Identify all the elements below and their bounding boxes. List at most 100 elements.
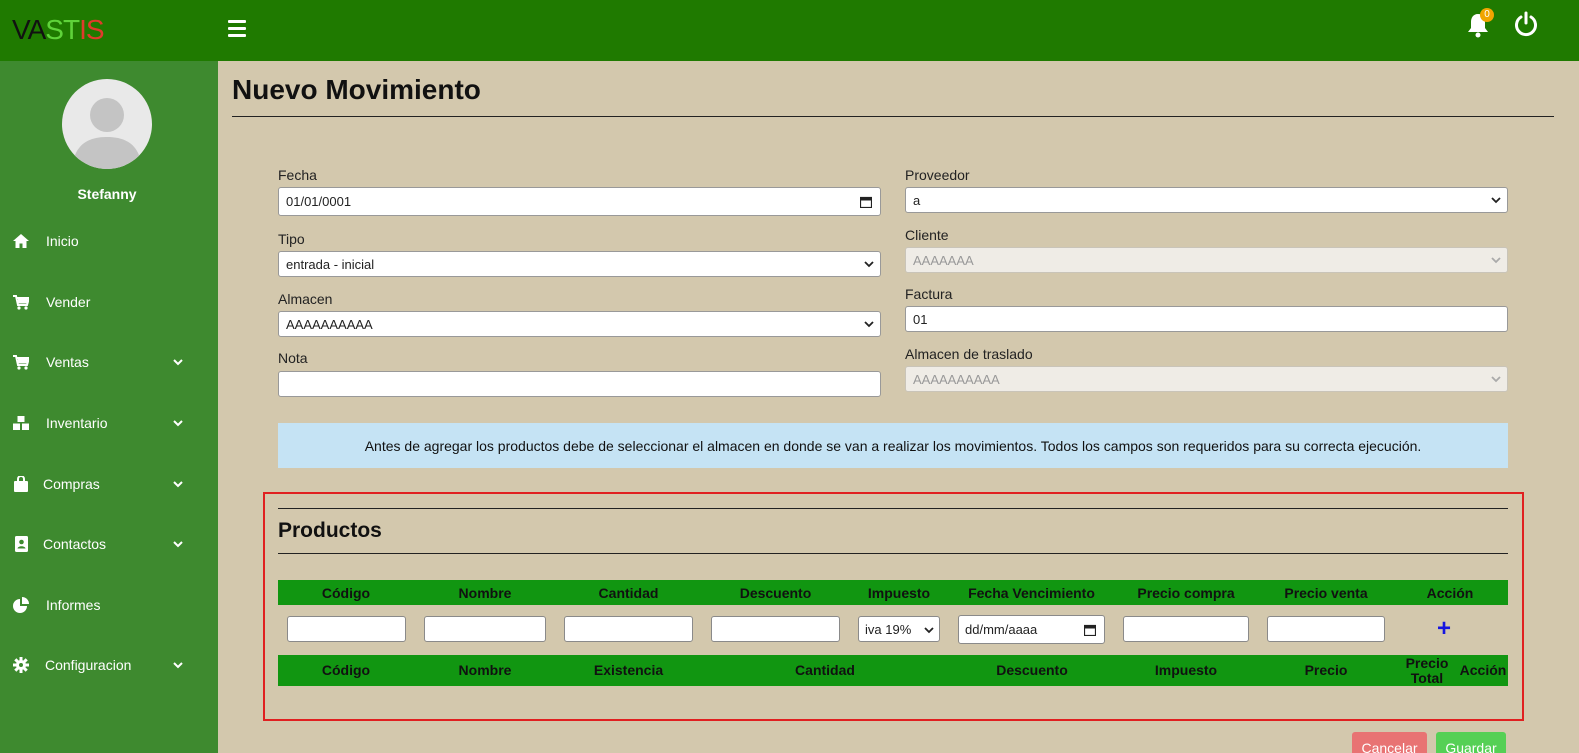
chevron-down-icon [173, 359, 183, 366]
productos-highlight-frame [263, 492, 1524, 721]
factura-label: Factura [905, 286, 953, 302]
chevron-down-icon [1491, 197, 1501, 204]
list-header-nombre: Nombre [458, 662, 512, 678]
almacen-traslado-select[interactable]: AAAAAAAAAA [905, 366, 1508, 392]
sidebar-item-configuracion[interactable]: Configuracion [0, 650, 218, 680]
nota-input[interactable] [278, 371, 881, 397]
header-precio-compra: Precio compra [1137, 585, 1235, 601]
almacen-traslado-label: Almacen de traslado [905, 346, 1033, 362]
list-header-descuento: Descuento [996, 662, 1068, 678]
page-title: Nuevo Movimiento [232, 74, 481, 105]
nota-label: Nota [278, 350, 308, 366]
sidebar-item-label: Inicio [46, 233, 79, 249]
productos-title: Productos [278, 519, 382, 542]
user-name: Stefanny [77, 186, 137, 202]
boxes-icon [12, 414, 30, 432]
logo-part-2: ST [45, 14, 80, 45]
chevron-down-icon [1491, 257, 1501, 264]
list-header-precio-total: Precio Total [1405, 655, 1449, 686]
sidebar-item-inventario[interactable]: Inventario [0, 408, 218, 438]
calendar-icon[interactable] [860, 196, 872, 208]
logo-part-3: IS [79, 14, 104, 45]
add-product-button[interactable]: + [1437, 617, 1451, 641]
sidebar-item-label: Configuracion [45, 657, 132, 673]
chevron-down-icon [864, 261, 874, 268]
chevron-down-icon [924, 627, 934, 634]
chevron-down-icon [173, 541, 183, 548]
sidebar: Stefanny Inicio Vender Ventas Inventario… [0, 61, 218, 753]
cart-icon [12, 353, 30, 371]
menu-toggle-icon[interactable] [228, 20, 246, 38]
productos-divider-bottom [278, 553, 1508, 554]
sidebar-item-label: Inventario [46, 415, 108, 431]
sidebar-item-label: Ventas [46, 354, 89, 370]
header-nombre: Nombre [458, 585, 512, 601]
proveedor-select[interactable]: a [905, 187, 1508, 213]
header-precio-venta: Precio venta [1284, 585, 1368, 601]
info-alert: Antes de agregar los productos debe de s… [278, 423, 1508, 468]
fecha-vencimiento-placeholder: dd/mm/aaaa [965, 622, 1038, 637]
user-silhouette-icon [72, 98, 142, 169]
proveedor-value: a [913, 192, 921, 208]
chevron-down-icon [173, 481, 183, 488]
title-divider [232, 116, 1554, 117]
list-header-cantidad: Cantidad [795, 662, 855, 678]
cart-icon [12, 293, 30, 311]
shopping-bag-icon [12, 475, 30, 493]
gear-icon [12, 656, 30, 674]
descuento-input[interactable] [711, 616, 840, 642]
proveedor-label: Proveedor [905, 167, 970, 183]
cantidad-input[interactable] [564, 616, 693, 642]
top-bar: VASTIS 0 [0, 0, 1579, 61]
list-header-accion: Acción [1459, 662, 1507, 678]
power-icon[interactable] [1513, 11, 1539, 37]
impuesto-select[interactable]: iva 19% [858, 616, 940, 642]
fecha-date-input[interactable]: 01/01/0001 [278, 187, 881, 216]
header-codigo: Código [321, 585, 371, 601]
factura-value: 01 [913, 311, 928, 327]
list-header-codigo: Código [321, 662, 371, 678]
sidebar-item-inicio[interactable]: Inicio [0, 226, 218, 256]
almacen-select[interactable]: AAAAAAAAAA [278, 311, 881, 337]
cliente-select[interactable]: AAAAAAA [905, 247, 1508, 273]
sidebar-item-compras[interactable]: Compras [0, 469, 218, 499]
sidebar-item-informes[interactable]: Informes [0, 590, 218, 620]
cancel-button[interactable]: Cancelar [1352, 732, 1427, 753]
codigo-input[interactable] [287, 616, 406, 642]
cliente-label: Cliente [905, 227, 949, 243]
calendar-icon[interactable] [1084, 624, 1096, 636]
save-button[interactable]: Guardar [1436, 732, 1506, 753]
fecha-vencimiento-input[interactable]: dd/mm/aaaa [958, 615, 1105, 644]
home-icon [12, 232, 30, 250]
fecha-label: Fecha [278, 167, 317, 183]
sidebar-item-label: Compras [43, 476, 100, 492]
almacen-traslado-value: AAAAAAAAAA [913, 371, 1000, 387]
sidebar-item-label: Vender [46, 294, 91, 310]
impuesto-value: iva 19% [865, 621, 912, 637]
sidebar-item-label: Contactos [43, 536, 107, 552]
address-book-icon [12, 535, 30, 553]
chevron-down-icon [1491, 376, 1501, 383]
factura-input[interactable]: 01 [905, 306, 1508, 332]
header-cantidad: Cantidad [598, 585, 659, 601]
notification-badge: 0 [1480, 8, 1494, 22]
header-descuento: Descuento [739, 585, 812, 601]
sidebar-item-label: Informes [46, 597, 101, 613]
avatar [62, 79, 152, 169]
precio-compra-input[interactable] [1123, 616, 1249, 642]
sidebar-item-ventas[interactable]: Ventas [0, 347, 218, 377]
app-logo[interactable]: VASTIS [12, 14, 105, 46]
nombre-input[interactable] [424, 616, 546, 642]
tipo-select[interactable]: entrada - inicial [278, 251, 881, 277]
chevron-down-icon [173, 420, 183, 427]
sidebar-item-contactos[interactable]: Contactos [0, 529, 218, 559]
list-header-impuesto: Impuesto [1154, 662, 1218, 678]
fecha-value: 01/01/0001 [286, 194, 352, 209]
tipo-label: Tipo [278, 231, 305, 247]
header-fecha-vencimiento: Fecha Vencimiento [968, 585, 1095, 601]
list-header-precio: Precio [1304, 662, 1348, 678]
precio-venta-input[interactable] [1267, 616, 1385, 642]
sidebar-item-vender[interactable]: Vender [0, 287, 218, 317]
productos-divider-top [278, 508, 1508, 509]
chevron-down-icon [864, 321, 874, 328]
